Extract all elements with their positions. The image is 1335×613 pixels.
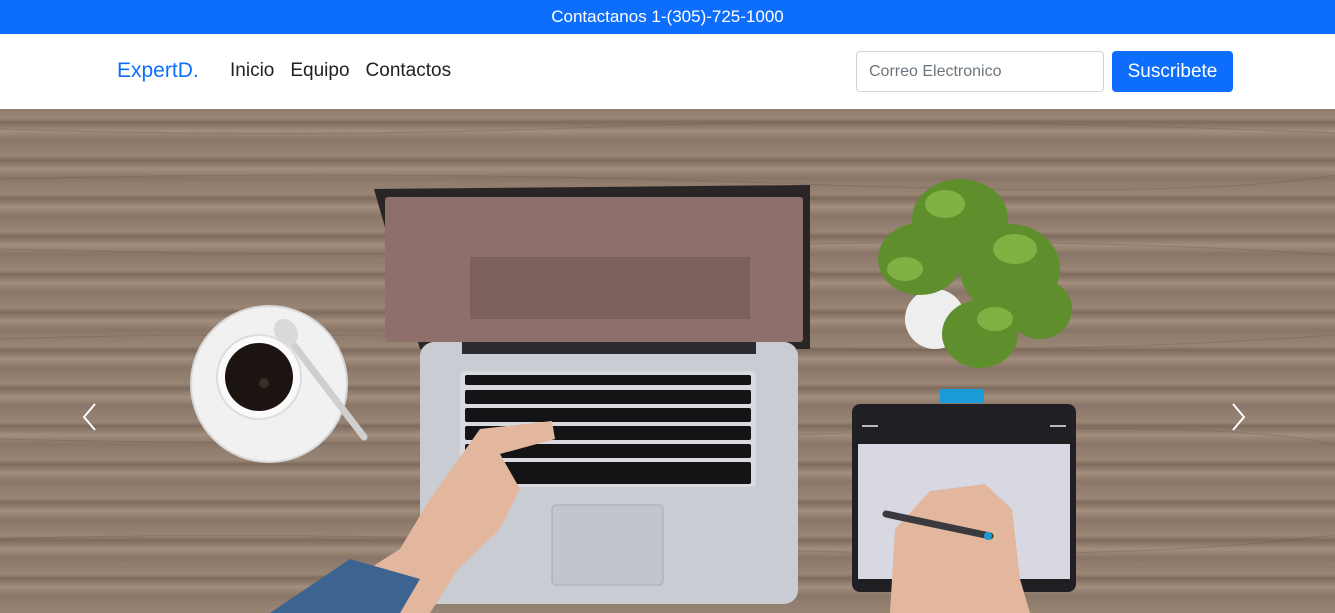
- email-input[interactable]: [856, 51, 1104, 92]
- nav-link-contactos[interactable]: Contactos: [366, 60, 452, 82]
- main-navbar: ExpertD. Inicio Equipo Contactos Suscrib…: [0, 34, 1335, 109]
- brand-logo[interactable]: ExpertD.: [117, 59, 199, 83]
- chevron-right-icon: [1232, 403, 1246, 431]
- carousel-prev-button[interactable]: [80, 402, 120, 442]
- nav-link-equipo[interactable]: Equipo: [290, 60, 349, 82]
- contact-phone-text: Contactanos 1-(305)-725-1000: [551, 7, 784, 26]
- hero-carousel: [0, 109, 1335, 613]
- nav-link-inicio[interactable]: Inicio: [230, 60, 274, 82]
- subscribe-button[interactable]: Suscribete: [1112, 51, 1233, 92]
- carousel-next-button[interactable]: [1228, 402, 1268, 442]
- nav-links: Inicio Equipo Contactos: [230, 60, 451, 82]
- drawing-tablet: [852, 389, 1076, 613]
- chevron-left-icon: [82, 403, 96, 431]
- contact-bar: Contactanos 1-(305)-725-1000: [0, 0, 1335, 34]
- plant: [878, 179, 1072, 368]
- coffee-cup: [190, 305, 368, 463]
- hero-image: [0, 121, 1335, 613]
